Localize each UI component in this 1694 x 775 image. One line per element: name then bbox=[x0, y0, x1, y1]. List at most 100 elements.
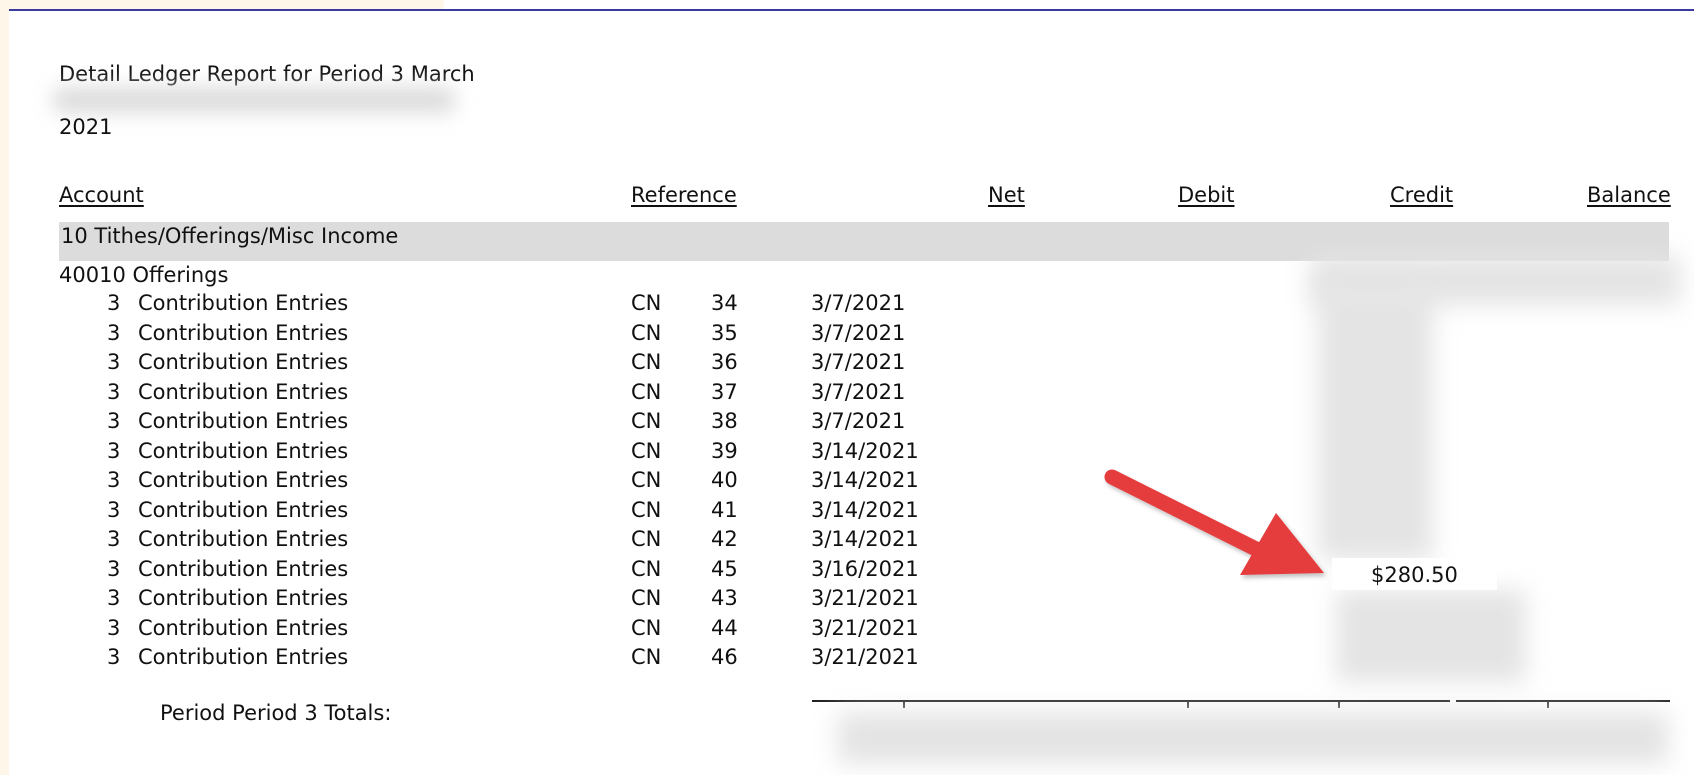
column-header-credit: Credit bbox=[1390, 183, 1454, 207]
totals-tick bbox=[1547, 702, 1549, 708]
row-description: Contribution Entries bbox=[138, 320, 349, 345]
table-row: 3 Contribution Entries CN 36 3/7/2021 bbox=[0, 349, 1694, 379]
row-period: 3 bbox=[107, 556, 121, 581]
row-date: 3/21/2021 bbox=[811, 645, 919, 669]
column-header-debit: Debit bbox=[1178, 183, 1235, 207]
row-type: CN bbox=[631, 379, 662, 404]
row-description: Contribution Entries bbox=[138, 468, 349, 492]
row-period: 3 bbox=[107, 379, 121, 404]
row-type: CN bbox=[631, 527, 662, 551]
row-date: 3/7/2021 bbox=[811, 379, 906, 404]
row-period: 3 bbox=[107, 438, 121, 463]
row-date: 3/7/2021 bbox=[811, 320, 906, 345]
row-description: Contribution Entries bbox=[138, 527, 349, 551]
column-header-reference: Reference bbox=[631, 183, 737, 207]
row-reference: 40 bbox=[711, 468, 738, 492]
row-date: 3/14/2021 bbox=[811, 497, 919, 522]
row-reference: 38 bbox=[711, 409, 738, 433]
row-reference: 46 bbox=[711, 645, 738, 669]
table-row: 3 Contribution Entries CN 41 3/14/2021 bbox=[0, 497, 1694, 527]
account-label: 40010 Offerings bbox=[59, 263, 229, 287]
row-date: 3/7/2021 bbox=[811, 291, 906, 315]
row-date: 3/14/2021 bbox=[811, 468, 919, 492]
row-description: Contribution Entries bbox=[138, 291, 349, 315]
column-header-account: Account bbox=[59, 183, 144, 207]
row-type: CN bbox=[631, 556, 662, 581]
row-period: 3 bbox=[107, 291, 121, 315]
group-header-label: 10 Tithes/Offerings/Misc Income bbox=[61, 224, 399, 248]
row-period: 3 bbox=[107, 350, 121, 374]
table-row: 3 Contribution Entries CN 34 3/7/2021 bbox=[0, 290, 1694, 320]
row-reference: 35 bbox=[711, 320, 738, 345]
table-row: 3 Contribution Entries CN 38 3/7/2021 bbox=[0, 408, 1694, 438]
row-type: CN bbox=[631, 468, 662, 492]
row-date: 3/21/2021 bbox=[811, 586, 919, 610]
row-date: 3/7/2021 bbox=[811, 409, 906, 433]
row-date: 3/16/2021 bbox=[811, 556, 919, 581]
row-description: Contribution Entries bbox=[138, 350, 349, 374]
row-type: CN bbox=[631, 291, 662, 315]
report-year: 2021 bbox=[59, 115, 113, 139]
row-reference: 44 bbox=[711, 615, 738, 640]
row-description: Contribution Entries bbox=[138, 586, 349, 610]
row-type: CN bbox=[631, 615, 662, 640]
row-type: CN bbox=[631, 409, 662, 433]
row-reference: 45 bbox=[711, 556, 738, 581]
top-highlight bbox=[9, 0, 444, 9]
row-period: 3 bbox=[107, 586, 121, 610]
row-description: Contribution Entries bbox=[138, 645, 349, 669]
row-date: 3/14/2021 bbox=[811, 438, 919, 463]
ledger-rows: 3 Contribution Entries CN 34 3/7/2021 3 … bbox=[0, 290, 1694, 674]
table-row: 3 Contribution Entries CN 35 3/7/2021 bbox=[0, 320, 1694, 350]
row-type: CN bbox=[631, 497, 662, 522]
row-description: Contribution Entries bbox=[138, 497, 349, 522]
row-date: 3/21/2021 bbox=[811, 615, 919, 640]
row-reference: 37 bbox=[711, 379, 738, 404]
row-reference: 42 bbox=[711, 527, 738, 551]
row-description: Contribution Entries bbox=[138, 409, 349, 433]
row-period: 3 bbox=[107, 468, 121, 492]
row-period: 3 bbox=[107, 615, 121, 640]
totals-underline-main bbox=[812, 700, 1450, 702]
row-period: 3 bbox=[107, 497, 121, 522]
totals-label: Period Period 3 Totals: bbox=[160, 701, 392, 725]
table-row: 3 Contribution Entries CN 42 3/14/2021 bbox=[0, 526, 1694, 556]
row-reference: 43 bbox=[711, 586, 738, 610]
totals-tick bbox=[1338, 702, 1340, 708]
row-period: 3 bbox=[107, 645, 121, 669]
row-period: 3 bbox=[107, 527, 121, 551]
row-type: CN bbox=[631, 350, 662, 374]
row-type: CN bbox=[631, 320, 662, 345]
column-header-net: Net bbox=[988, 183, 1025, 207]
highlighted-credit-value: $280.50 bbox=[1371, 563, 1458, 587]
row-reference: 34 bbox=[711, 291, 738, 315]
row-type: CN bbox=[631, 586, 662, 610]
row-description: Contribution Entries bbox=[138, 556, 349, 581]
redacted-totals bbox=[838, 712, 1668, 764]
table-row: 3 Contribution Entries CN 46 3/21/2021 bbox=[0, 644, 1694, 674]
report-title: Detail Ledger Report for Period 3 March bbox=[59, 62, 475, 86]
row-date: 3/14/2021 bbox=[811, 527, 919, 551]
totals-tick bbox=[1187, 702, 1189, 708]
totals-tick bbox=[903, 702, 905, 708]
redacted-organization bbox=[54, 88, 454, 112]
top-divider bbox=[9, 9, 1694, 11]
table-row: 3 Contribution Entries CN 39 3/14/2021 bbox=[0, 438, 1694, 468]
row-type: CN bbox=[631, 645, 662, 669]
table-row: 3 Contribution Entries CN 44 3/21/2021 bbox=[0, 615, 1694, 645]
table-row: 3 Contribution Entries CN 37 3/7/2021 bbox=[0, 379, 1694, 409]
table-row: 3 Contribution Entries CN 40 3/14/2021 bbox=[0, 467, 1694, 497]
row-reference: 41 bbox=[711, 497, 738, 522]
red-arrow-icon bbox=[1090, 455, 1340, 599]
row-description: Contribution Entries bbox=[138, 379, 349, 404]
row-reference: 36 bbox=[711, 350, 738, 374]
row-reference: 39 bbox=[711, 438, 738, 463]
column-header-balance: Balance bbox=[1587, 183, 1671, 207]
totals-underline-balance bbox=[1456, 700, 1670, 702]
row-description: Contribution Entries bbox=[138, 438, 349, 463]
row-type: CN bbox=[631, 438, 662, 463]
row-period: 3 bbox=[107, 320, 121, 345]
row-description: Contribution Entries bbox=[138, 615, 349, 640]
row-date: 3/7/2021 bbox=[811, 350, 906, 374]
row-period: 3 bbox=[107, 409, 121, 433]
